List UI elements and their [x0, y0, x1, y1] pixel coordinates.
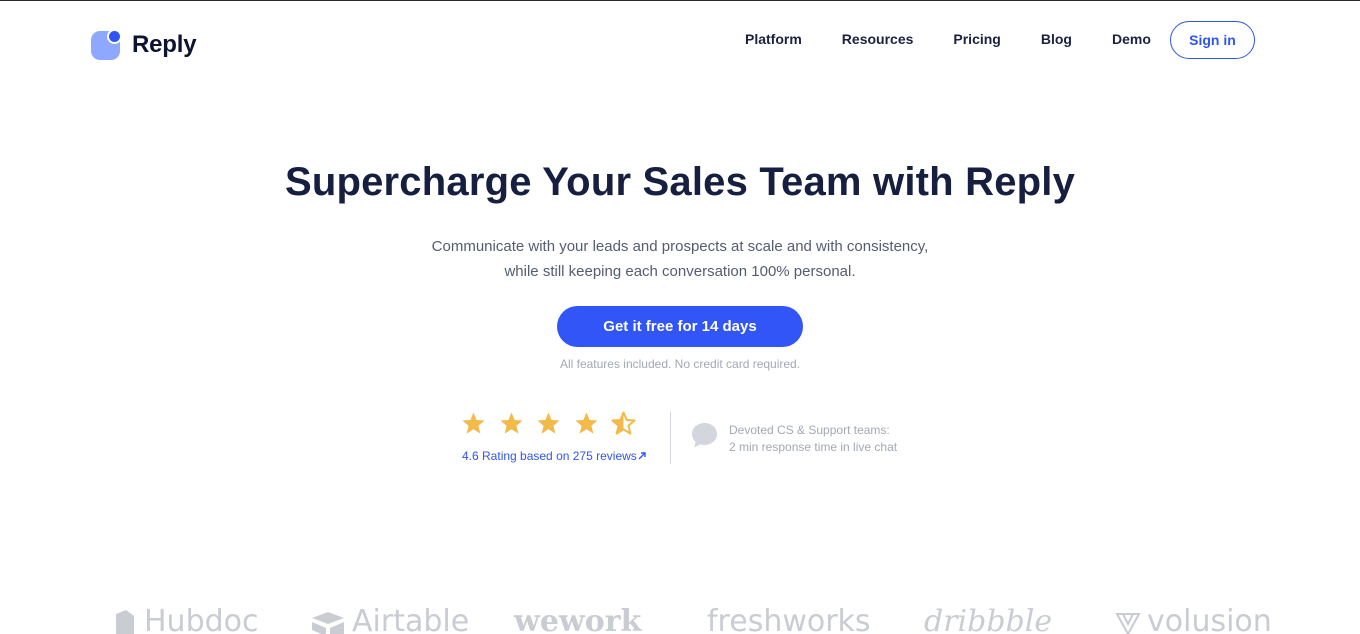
- nav-item-resources[interactable]: Resources: [842, 31, 914, 48]
- window-top-border: [0, 0, 1360, 1]
- reply-logo[interactable]: Reply: [91, 29, 197, 60]
- star-full-icon: [462, 412, 485, 434]
- nav-item-blog[interactable]: Blog: [1041, 31, 1072, 48]
- star-full-icon: [499, 412, 523, 434]
- free-trial-button[interactable]: Get it free for 14 days: [557, 306, 803, 347]
- airtable-logo: Airtable: [310, 604, 469, 634]
- nav-item-pricing[interactable]: Pricing: [953, 31, 1000, 48]
- nav-item-demo[interactable]: Demo: [1112, 31, 1151, 48]
- support-info: Devoted CS & Support teams: 2 min respon…: [729, 422, 897, 456]
- dribbble-logo: dribbble: [924, 604, 1053, 634]
- star-full-icon: [537, 412, 560, 434]
- cta-note: All features included. No credit card re…: [559, 357, 801, 371]
- rating-stars: [461, 411, 636, 436]
- main-nav: Platform Resources Pricing Blog Demo: [745, 31, 1151, 48]
- hero-subtitle-line-2: while still keeping each conversation 10…: [504, 263, 856, 280]
- arrow-up-right-icon: [638, 452, 646, 460]
- reviews-link-text: 4.6 Rating based on 275 reviews: [462, 449, 637, 463]
- support-line-1: Devoted CS & Support teams:: [729, 423, 890, 437]
- rating-divider: [670, 412, 671, 464]
- client-logos: Hubdoc Airtable wework freshworks dribbb…: [0, 596, 1360, 634]
- support-line-2: 2 min response time in live chat: [729, 440, 898, 454]
- volusion-logo: volusion: [1115, 604, 1272, 634]
- hero-title: Supercharge Your Sales Team with Reply: [284, 160, 1076, 204]
- wework-logo: wework: [514, 604, 642, 634]
- brand-name: Reply: [132, 30, 197, 58]
- hero-subtitle: Communicate with your leads and prospect…: [0, 234, 1360, 284]
- hero-subtitle-line-1: Communicate with your leads and prospect…: [431, 238, 929, 255]
- reviews-link[interactable]: 4.6 Rating based on 275 reviews: [462, 449, 646, 463]
- nav-item-platform[interactable]: Platform: [745, 31, 802, 48]
- chat-bubble-icon: [692, 423, 717, 448]
- star-full-icon: [574, 412, 598, 434]
- sign-in-button[interactable]: Sign in: [1170, 21, 1255, 59]
- star-half-icon: [611, 411, 636, 435]
- freshworks-logo: freshworks: [707, 604, 871, 634]
- reply-logo-icon: [91, 29, 122, 60]
- hubdoc-logo: Hubdoc: [112, 604, 259, 634]
